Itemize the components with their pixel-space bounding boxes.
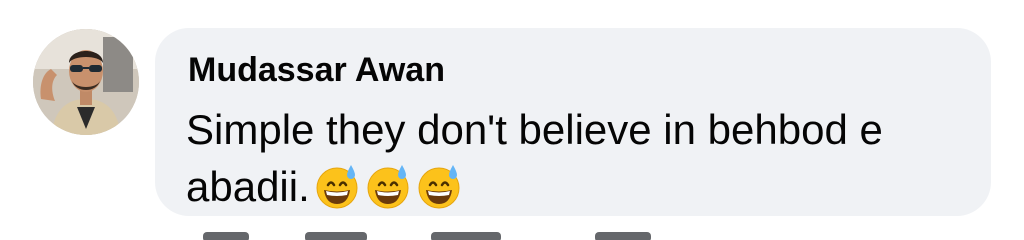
- action-fragment: [431, 232, 501, 240]
- comment-bubble: Mudassar Awan Simple they don't believe …: [155, 28, 991, 216]
- comment-actions-row-cutoff: [195, 232, 715, 240]
- comment: Mudassar Awan Simple they don't believe …: [0, 0, 1024, 240]
- comment-author[interactable]: Mudassar Awan: [188, 50, 445, 90]
- action-fragment: [203, 232, 249, 240]
- grinning-face-with-sweat-icon: [364, 162, 412, 210]
- grinning-face-with-sweat-icon: [313, 162, 361, 210]
- action-fragment: [595, 232, 651, 240]
- action-fragment: [305, 232, 367, 240]
- comment-text: Simple they don't believe in behbod e ab…: [186, 106, 883, 210]
- comment-text-container: Simple they don't believe in behbod e ab…: [186, 101, 946, 215]
- avatar[interactable]: [33, 29, 139, 135]
- grinning-face-with-sweat-icon: [415, 162, 463, 210]
- user-photo: [33, 29, 139, 135]
